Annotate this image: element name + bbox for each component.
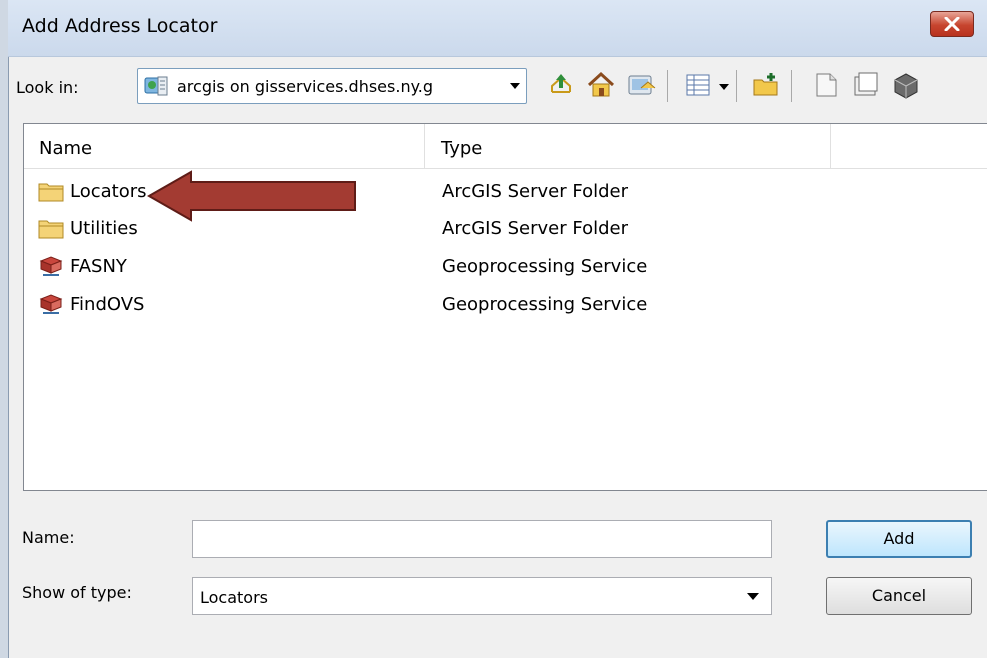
column-divider[interactable]: [830, 124, 831, 168]
look-in-value: arcgis on gisservices.dhses.ny.g: [177, 77, 434, 96]
window-title: Add Address Locator: [22, 15, 218, 37]
home-icon[interactable]: [586, 70, 616, 100]
cancel-button[interactable]: Cancel: [826, 577, 972, 615]
name-label: Name:: [22, 528, 75, 547]
annotation-arrow: [146, 170, 356, 222]
look-in-label: Look in:: [16, 78, 79, 97]
add-button[interactable]: Add: [826, 520, 972, 558]
close-button[interactable]: [930, 11, 974, 37]
item-name: FindOVS: [70, 294, 145, 315]
chevron-down-icon[interactable]: [510, 83, 520, 89]
up-one-level-icon[interactable]: [546, 70, 576, 100]
list-header: Name Type: [24, 124, 987, 169]
item-type: Geoprocessing Service: [442, 256, 648, 277]
show-of-type-value: Locators: [200, 588, 268, 607]
item-name: FASNY: [70, 256, 127, 277]
title-bar[interactable]: Add Address Locator: [8, 0, 987, 57]
column-header-type[interactable]: Type: [441, 138, 482, 159]
window-frame-edge: [0, 0, 9, 658]
folder-icon: [38, 183, 64, 202]
server-connection-icon: [144, 76, 168, 96]
list-item[interactable]: FindOVS Geoprocessing Service: [24, 288, 987, 325]
new-item-icon[interactable]: [811, 70, 841, 100]
new-folder-icon[interactable]: [751, 70, 781, 100]
name-input[interactable]: [192, 520, 772, 558]
item-type: ArcGIS Server Folder: [442, 181, 628, 202]
close-icon: [944, 17, 960, 31]
column-header-name[interactable]: Name: [39, 138, 92, 159]
geoprocessing-icon: [39, 294, 63, 314]
column-divider[interactable]: [424, 124, 425, 168]
geoprocessing-icon: [39, 256, 63, 276]
chevron-down-icon[interactable]: [747, 593, 759, 600]
item-type: ArcGIS Server Folder: [442, 218, 628, 239]
add-address-locator-dialog: Add Address Locator Look in: arcgis on g…: [0, 0, 987, 658]
item-name: Locators: [70, 181, 147, 202]
list-item[interactable]: FASNY Geoprocessing Service: [24, 250, 987, 287]
view-menu-icon[interactable]: [683, 70, 713, 100]
item-type: Geoprocessing Service: [442, 294, 648, 315]
view-menu-dropdown-arrow[interactable]: [719, 84, 729, 90]
show-of-type-dropdown[interactable]: Locators: [192, 577, 772, 615]
toolbar-separator: [667, 70, 668, 102]
toolbar-separator: [791, 70, 792, 102]
show-of-type-label: Show of type:: [22, 583, 132, 602]
folder-icon: [38, 220, 64, 239]
toolbar-separator: [736, 70, 737, 102]
new-item-2-icon[interactable]: [851, 70, 881, 100]
connect-to-folder-icon[interactable]: [626, 70, 656, 100]
item-name: Utilities: [70, 218, 138, 239]
look-in-dropdown[interactable]: arcgis on gisservices.dhses.ny.g: [137, 68, 527, 104]
new-item-3-icon[interactable]: [891, 70, 921, 100]
